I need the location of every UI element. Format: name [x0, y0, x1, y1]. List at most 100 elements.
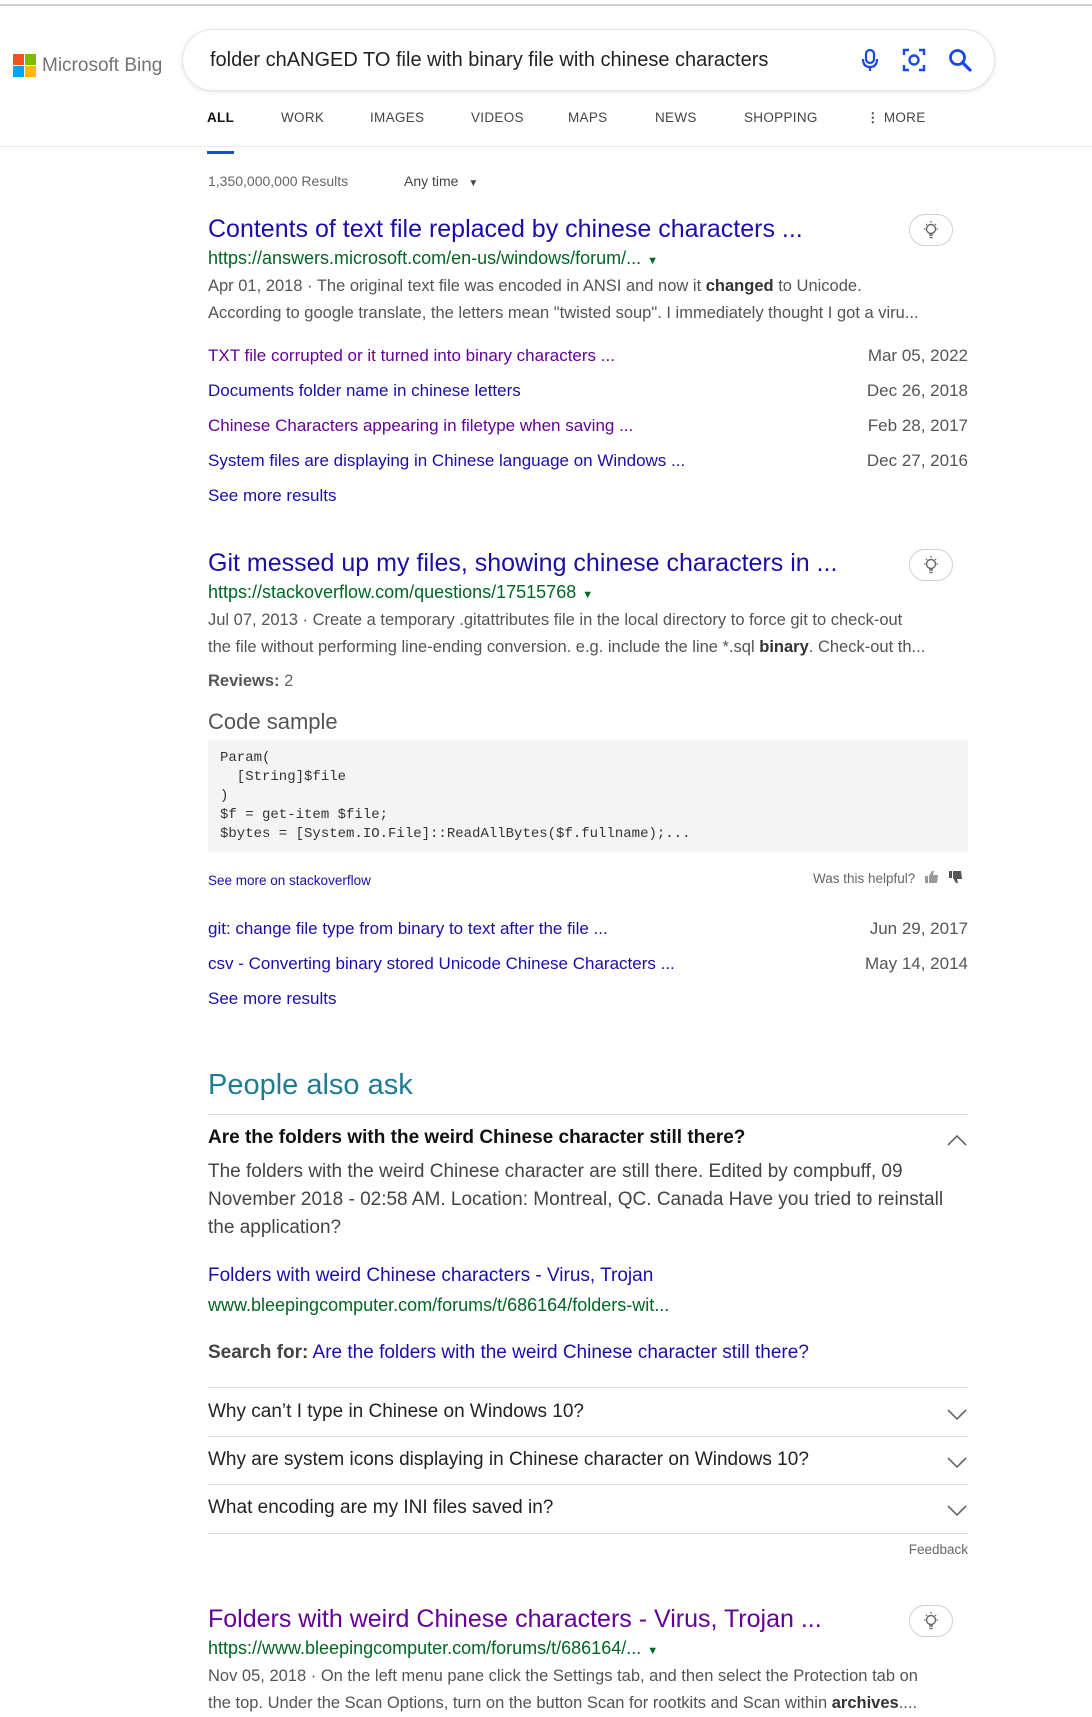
insights-bulb-icon[interactable] [909, 549, 953, 581]
time-filter-dropdown[interactable]: Any time ▼ [404, 173, 478, 189]
snippet-text: Apr 01, 2018 · The original text file wa… [208, 277, 706, 295]
paa-answer: The folders with the weird Chinese chara… [208, 1161, 944, 1238]
visual-search-icon[interactable] [899, 45, 929, 75]
deeplink[interactable]: Documents folder name in chinese letters [208, 381, 521, 401]
paa-source-url[interactable]: www.bleepingcomputer.com/forums/t/686164… [208, 1295, 669, 1316]
deeplink[interactable]: System files are displaying in Chinese l… [208, 451, 685, 471]
paa-search-for: Search for: Are the folders with the wei… [208, 1342, 809, 1364]
tab-videos[interactable]: VIDEOS [471, 110, 524, 146]
url-caret-icon[interactable]: ▼ [647, 255, 658, 267]
search-input[interactable]: folder chANGED TO file with binary file … [210, 49, 768, 72]
result-snippet: Nov 05, 2018 · On the left menu pane cli… [208, 1663, 968, 1717]
divider [208, 1387, 968, 1388]
insights-bulb-icon[interactable] [909, 1605, 953, 1637]
paa-question-open[interactable]: Are the folders with the weird Chinese c… [208, 1127, 968, 1149]
url-caret-icon[interactable]: ▼ [582, 589, 593, 601]
snippet-line-2: the file without performing line-ending … [208, 638, 760, 656]
see-more-on-stackoverflow-link[interactable]: See more on stackoverflow [208, 873, 371, 888]
url-caret-icon[interactable]: ▼ [647, 1645, 658, 1657]
deeplink[interactable]: git: change file type from binary to tex… [208, 919, 608, 939]
result-title[interactable]: Contents of text file replaced by chines… [208, 215, 968, 244]
search-box[interactable]: folder chANGED TO file with binary file … [183, 30, 994, 90]
header: Microsoft Bing folder chANGED TO file wi… [0, 6, 1092, 154]
microphone-icon[interactable] [855, 45, 885, 75]
deeplink[interactable]: Chinese Characters appearing in filetype… [208, 416, 633, 436]
snippet-line-2: According to google translate, the lette… [208, 304, 919, 322]
tab-maps[interactable]: MAPS [568, 110, 607, 146]
chevron-up-icon[interactable] [946, 1131, 968, 1153]
paa-question-text: Why are system icons displaying in Chine… [208, 1449, 809, 1470]
paa-question-text: Are the folders with the weird Chinese c… [208, 1127, 746, 1148]
chevron-down-icon[interactable] [946, 1501, 968, 1523]
divider [208, 1114, 968, 1115]
thumbs-down-icon[interactable] [948, 870, 964, 887]
paa-question-text: Why can’t I type in Chinese on Windows 1… [208, 1401, 584, 1422]
tab-more-label: MORE [883, 110, 926, 125]
reviews: Reviews: 2 [208, 672, 293, 691]
search-for-link[interactable]: Are the folders with the weird Chinese c… [313, 1342, 809, 1363]
tab-shopping[interactable]: SHOPPING [744, 110, 818, 146]
tab-images[interactable]: IMAGES [370, 110, 424, 146]
reviews-label: Reviews: [208, 672, 280, 690]
result-url: https://answers.microsoft.com/en-us/wind… [208, 248, 968, 269]
deeplink-date: Jun 29, 2017 [869, 919, 968, 938]
deeplink[interactable]: csv - Converting binary stored Unicode C… [208, 954, 675, 974]
deeplink-row: git: change file type from binary to tex… [208, 919, 968, 954]
paa-source-link[interactable]: Folders with weird Chinese characters - … [208, 1265, 653, 1287]
search-result-2: Git messed up my files, showing chinese … [208, 549, 968, 661]
result-title[interactable]: Folders with weird Chinese characters - … [208, 1605, 968, 1634]
deeplink-date: Mar 05, 2022 [867, 346, 968, 365]
tab-more[interactable]: ⋮ MORE [866, 110, 926, 146]
code-text: Param( [String]$file ) $f = get-item $fi… [220, 750, 691, 842]
tab-news[interactable]: NEWS [655, 110, 697, 146]
divider [208, 1533, 968, 1534]
deeplink-row: Chinese Characters appearing in filetype… [208, 416, 968, 451]
search-result-1: Contents of text file replaced by chines… [208, 215, 968, 327]
snippet-bold: archives [831, 1694, 899, 1712]
result-url-text[interactable]: https://www.bleepingcomputer.com/forums/… [208, 1638, 641, 1658]
chevron-down-icon[interactable] [946, 1453, 968, 1475]
helpful-label: Was this helpful? [813, 871, 916, 886]
people-also-ask-title: People also ask [208, 1069, 413, 1101]
paa-question[interactable]: Why are system icons displaying in Chine… [208, 1449, 968, 1471]
snippet-line-2-end: . Check-out th... [808, 638, 926, 656]
snippet-line-2: the top. Under the Scan Options, turn on… [208, 1694, 832, 1712]
reviews-value: 2 [284, 672, 294, 690]
deeplink-row: Documents folder name in chinese letters… [208, 381, 968, 416]
tab-all[interactable]: ALL [207, 110, 235, 154]
more-dots-icon: ⋮ [866, 110, 880, 125]
snippet-text-end: to Unicode. [773, 277, 862, 295]
search-for-label: Search for: [208, 1342, 309, 1363]
see-more-results-link[interactable]: See more results [208, 486, 337, 506]
snippet-text: Jul 07, 2013 · Create a temporary .gitat… [208, 611, 903, 629]
paa-question[interactable]: What encoding are my INI files saved in? [208, 1497, 968, 1519]
result-url-text[interactable]: https://answers.microsoft.com/en-us/wind… [208, 248, 641, 268]
deeplink[interactable]: TXT file corrupted or it turned into bin… [208, 346, 615, 366]
snippet-line-2-end: .... [898, 1694, 918, 1712]
caret-down-icon: ▼ [468, 178, 479, 189]
paa-question-text: What encoding are my INI files saved in? [208, 1497, 554, 1518]
time-filter-label: Any time [404, 173, 459, 189]
brand-name: Microsoft Bing [42, 54, 163, 76]
tab-work[interactable]: WORK [281, 110, 324, 146]
deeplink-row: csv - Converting binary stored Unicode C… [208, 954, 968, 989]
bing-logo[interactable]: Microsoft Bing [13, 54, 162, 77]
code-sample: Param( [String]$file ) $f = get-item $fi… [208, 740, 968, 852]
deeplink-date: Dec 27, 2016 [866, 451, 968, 470]
thumbs-up-icon[interactable] [924, 870, 940, 887]
chevron-down-icon[interactable] [946, 1405, 968, 1427]
deeplink-row: System files are displaying in Chinese l… [208, 451, 968, 486]
deeplinks-1: TXT file corrupted or it turned into bin… [208, 346, 968, 521]
result-snippet: Apr 01, 2018 · The original text file wa… [208, 273, 968, 327]
see-more-results-link[interactable]: See more results [208, 989, 337, 1009]
search-icon[interactable] [945, 45, 975, 75]
insights-bulb-icon[interactable] [909, 214, 953, 246]
result-url-text[interactable]: https://stackoverflow.com/questions/1751… [208, 582, 576, 602]
paa-question[interactable]: Why can’t I type in Chinese on Windows 1… [208, 1401, 968, 1423]
result-title[interactable]: Git messed up my files, showing chinese … [208, 549, 968, 578]
deeplink-date: May 14, 2014 [864, 954, 968, 973]
deeplink-row: See more results [208, 486, 968, 521]
deeplinks-2: git: change file type from binary to tex… [208, 919, 968, 1024]
result-url: https://www.bleepingcomputer.com/forums/… [208, 1638, 968, 1659]
feedback-link[interactable]: Feedback [909, 1542, 968, 1557]
